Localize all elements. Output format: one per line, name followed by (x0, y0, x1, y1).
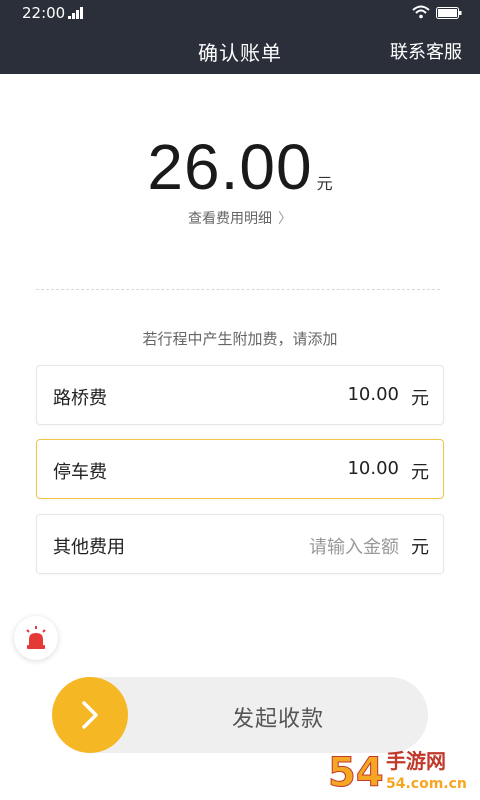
watermark-logo: 54 手游网 54.com.cn (328, 749, 467, 796)
watermark-brand: 手游网 (386, 749, 446, 773)
parking-fee-label: 停车费 (53, 462, 107, 483)
parking-fee-value: 10.00 (347, 458, 399, 479)
chevron-right-icon (82, 701, 98, 729)
fee-detail-label: 查看费用明细 (188, 211, 272, 227)
toll-fee-value: 10.00 (347, 384, 399, 405)
watermark-number: 54 (328, 750, 384, 796)
other-fee-unit: 元 (411, 537, 429, 558)
extra-fee-hint: 若行程中产生附加费，请添加 (142, 330, 338, 348)
toll-fee-label: 路桥费 (53, 388, 107, 409)
watermark-domain: 54.com.cn (386, 776, 467, 792)
status-time: 22:00 (22, 4, 66, 22)
emergency-alarm-button[interactable] (14, 616, 58, 660)
alarm-light-icon (26, 626, 46, 649)
wifi-icon (412, 5, 430, 19)
chevron-right-icon: 〉 (278, 211, 292, 227)
toll-fee-unit: 元 (411, 388, 429, 409)
slider-label: 发起收款 (231, 707, 324, 732)
other-fee-label: 其他费用 (53, 537, 125, 558)
amount-value: 26.00 (147, 131, 313, 203)
toll-fee-field[interactable]: 路桥费 10.00 元 (36, 365, 444, 425)
signal-icon (68, 7, 83, 19)
amount-unit: 元 (316, 174, 333, 193)
fee-detail-link[interactable]: 查看费用明细〉 (0, 208, 480, 228)
other-fee-field[interactable]: 其他费用 请输入金额 元 (36, 514, 444, 574)
parking-fee-field[interactable]: 停车费 10.00 元 (36, 439, 444, 499)
divider (36, 289, 440, 290)
total-amount: 26.00 元 (0, 130, 480, 204)
parking-fee-unit: 元 (411, 462, 429, 483)
status-bar: 22:00 (0, 0, 480, 26)
other-fee-input[interactable]: 请输入金额 (309, 533, 399, 559)
slider-handle[interactable] (52, 677, 128, 753)
collect-payment-slider[interactable]: 发起收款 (52, 677, 428, 753)
contact-service-button[interactable]: 联系客服 (390, 38, 462, 64)
battery-icon (436, 7, 462, 19)
nav-bar: 确认账单 联系客服 (0, 26, 480, 74)
